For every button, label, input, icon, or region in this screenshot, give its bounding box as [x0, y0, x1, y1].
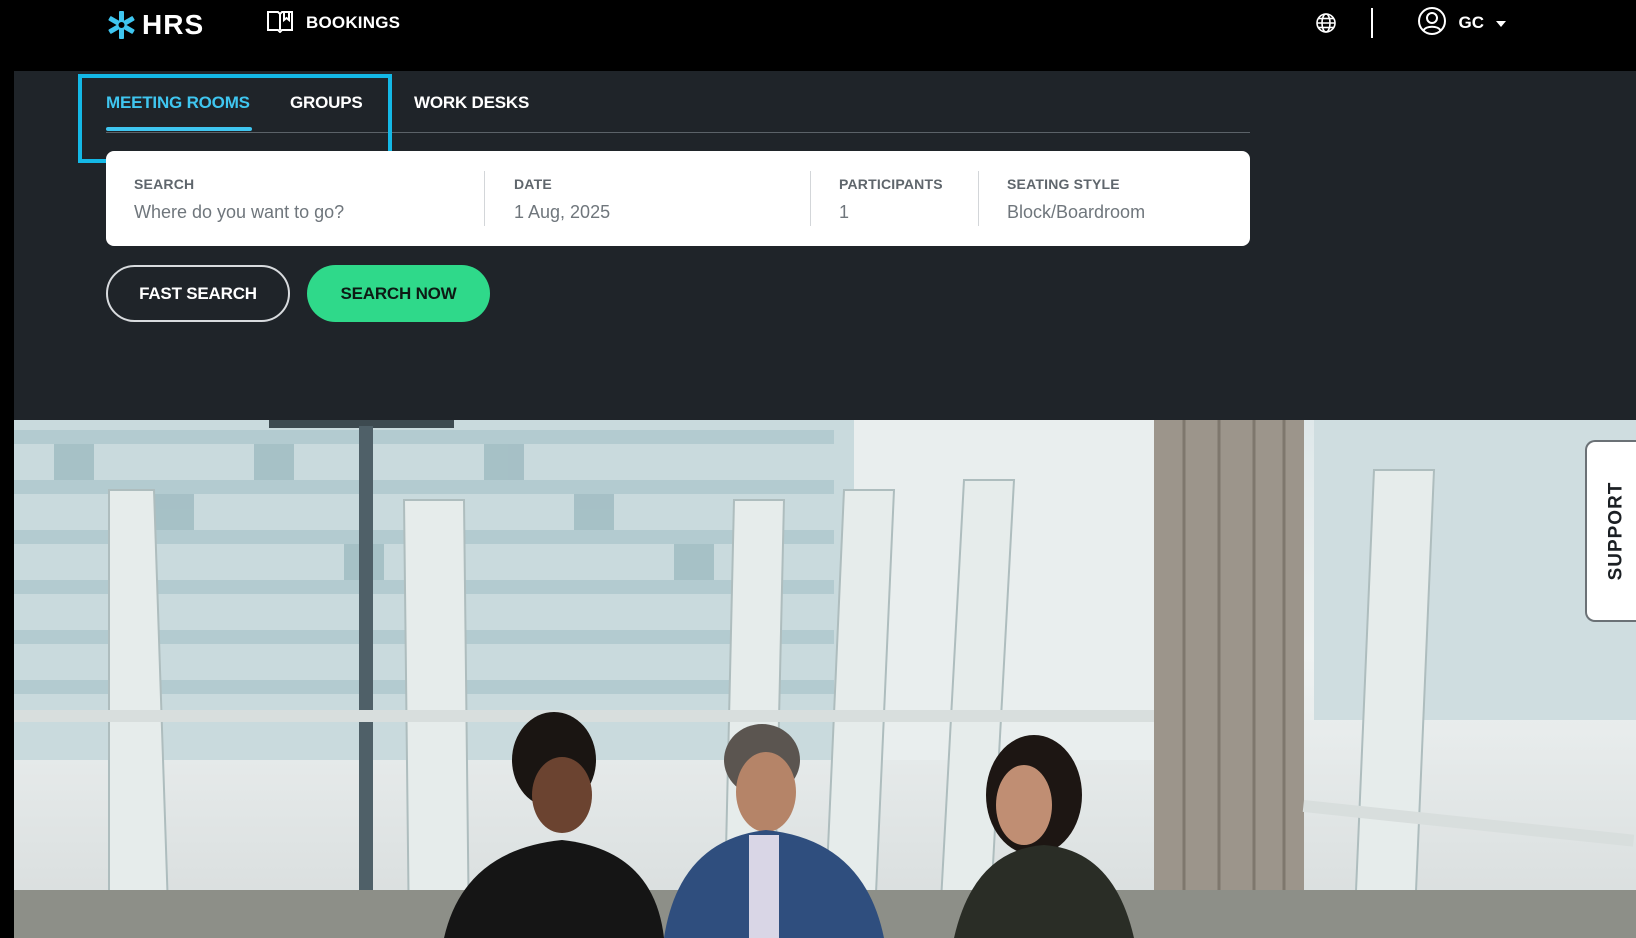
date-value: 1 Aug, 2025 — [514, 202, 611, 222]
search-input[interactable] — [134, 202, 434, 223]
search-now-button[interactable]: SEARCH NOW — [307, 265, 490, 322]
globe-icon[interactable] — [1315, 12, 1337, 34]
venue-type-tabs: MEETING ROOMS GROUPS WORK DESKS — [106, 71, 1250, 133]
top-right-controls: GC — [1315, 6, 1506, 41]
support-tab-label: SUPPORT — [1605, 481, 1627, 581]
search-field[interactable]: SEARCH — [106, 151, 486, 246]
support-tab[interactable]: SUPPORT — [1585, 440, 1636, 622]
fast-search-button[interactable]: FAST SEARCH — [106, 265, 290, 322]
tab-groups[interactable]: GROUPS — [290, 93, 363, 113]
participants-field-label: PARTICIPANTS — [839, 176, 943, 192]
search-field-label: SEARCH — [134, 176, 195, 192]
seating-style-field[interactable]: SEATING STYLE Block/Boardroom — [979, 151, 1250, 246]
tab-work-desks[interactable]: WORK DESKS — [414, 93, 529, 113]
book-icon — [266, 9, 294, 38]
bookings-nav-link[interactable]: BOOKINGS — [266, 8, 400, 38]
hrs-logo[interactable]: HRS — [106, 8, 204, 42]
field-divider — [484, 171, 485, 226]
tab-meeting-rooms[interactable]: MEETING ROOMS — [106, 93, 250, 113]
nav-divider — [1370, 8, 1373, 38]
active-tab-indicator — [106, 127, 252, 131]
user-account-menu[interactable]: GC — [1417, 6, 1506, 41]
seating-style-value: Block/Boardroom — [1007, 202, 1146, 222]
date-field[interactable]: DATE 1 Aug, 2025 — [486, 151, 811, 246]
participants-field[interactable]: PARTICIPANTS 1 — [811, 151, 979, 246]
date-field-label: DATE — [514, 176, 552, 192]
bookings-label: BOOKINGS — [306, 13, 401, 32]
search-panel: MEETING ROOMS GROUPS WORK DESKS SEARCH D… — [14, 71, 1636, 420]
hrs-star-logo-icon — [106, 10, 136, 40]
user-circle-icon — [1417, 6, 1447, 41]
caret-down-icon — [1496, 14, 1506, 32]
brand-name: HRS — [142, 9, 205, 40]
hero-image — [14, 420, 1636, 938]
top-navigation-bar: HRS BOOKINGS GC — [0, 0, 1636, 71]
search-form-card: SEARCH DATE 1 Aug, 2025 PARTICIPANTS 1 S… — [106, 151, 1250, 246]
seating-style-field-label: SEATING STYLE — [1007, 176, 1120, 192]
user-initials: GC — [1458, 13, 1485, 32]
participants-value: 1 — [839, 202, 850, 222]
